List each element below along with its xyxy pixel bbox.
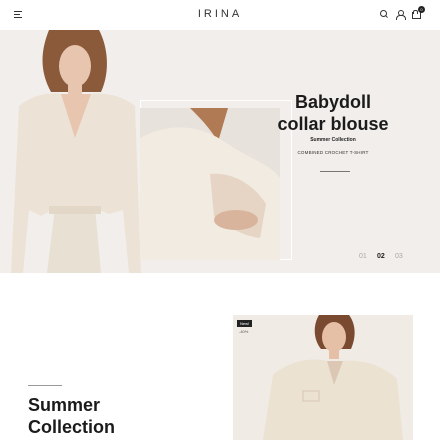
hero-detail-image [140,108,280,260]
slide-pager-01[interactable]: 01 [359,253,367,260]
slide-pager-02[interactable]: 02 [377,253,385,260]
account-icon[interactable] [396,10,406,20]
slide-pager-03[interactable]: 03 [395,253,403,260]
product-card-image[interactable] [233,315,413,440]
collection-title: Summer Collection [28,394,158,438]
search-icon[interactable] [380,10,389,19]
collection-title-line1: Summer [28,395,101,415]
hero-model-image [11,30,141,273]
hero-slider: Babydoll collar blouse Summer Collection… [0,30,440,273]
site-logo[interactable]: IRINA [0,8,440,20]
hero-caption: COMBINED CROCHET T-SHIRT [297,150,369,155]
site-header: IRINA 0 [0,0,440,30]
hero-divider [320,171,350,172]
page: IRINA 0 Babydoll collar blouse Summer Co… [0,0,440,440]
cart-count-badge: 0 [418,6,425,13]
collection-divider [28,385,62,386]
collection-title-line2: Collection [28,417,116,437]
hero-title-line2: collar blouse [277,114,389,134]
hero-title: Babydoll collar blouse [268,91,398,135]
hero-subtitle: Summer Collection [310,137,356,143]
discount-badge: -40% [239,329,249,334]
new-badge: New! [237,320,253,327]
hero-title-line1: Babydoll [294,92,371,112]
